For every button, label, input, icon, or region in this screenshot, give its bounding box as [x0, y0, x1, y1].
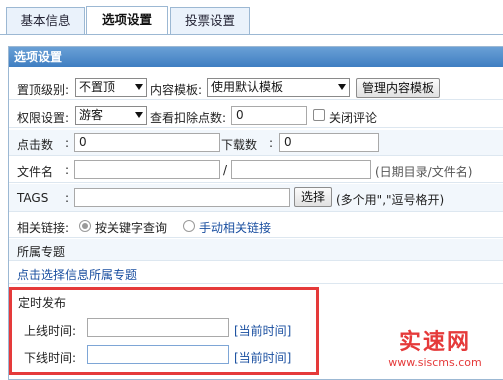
chevron-down-icon [135, 112, 143, 118]
colon-text: : [65, 191, 70, 205]
template-select[interactable]: 使用默认模板 [207, 78, 350, 97]
chevron-down-icon [338, 84, 346, 90]
row-special-link: 点击选择信息所属专题 [9, 262, 503, 284]
colon-text: : [65, 136, 70, 150]
keyword-radio[interactable] [79, 220, 91, 232]
row-permission: 权限设置: 游客 查看扣除点数: 0 关闭评论 [9, 104, 503, 128]
tab-options[interactable]: 选项设置 [86, 6, 168, 35]
manual-option-link[interactable]: 手动相关链接 [199, 219, 271, 236]
template-value: 使用默认模板 [211, 80, 284, 94]
manual-radio[interactable] [183, 220, 195, 232]
filename-label: 文件名 [17, 165, 54, 179]
downloads-value: 0 [284, 135, 292, 149]
tab-label: 基本信息 [20, 13, 71, 28]
filename-dir-input[interactable] [74, 160, 220, 179]
points-label: 查看扣除点数: [150, 111, 227, 125]
manage-template-button[interactable]: 管理内容模板 [356, 78, 440, 98]
tab-label: 选项设置 [101, 12, 152, 27]
top-level-value: 不置顶 [79, 80, 116, 94]
brand-name: 实速网 [398, 330, 471, 355]
brand-url: www.siscms.com [388, 356, 482, 369]
row-filename: 文件名 : / (日期目录/文件名) [9, 157, 503, 183]
filename-name-input[interactable] [231, 160, 371, 179]
special-title: 所属专题 [17, 245, 66, 259]
row-top-level: 置顶级别: 不置顶 内容模板: 使用默认模板 管理内容模板 [9, 76, 503, 100]
tags-hint: (多个用","逗号格开) [336, 193, 445, 207]
filename-hint: (日期目录/文件名) [375, 165, 473, 179]
tab-label: 投票设置 [184, 13, 235, 28]
top-level-select[interactable]: 不置顶 [75, 78, 147, 97]
chevron-down-icon [135, 84, 143, 90]
panel-title: 选项设置 [9, 47, 503, 67]
clicks-label: 点击数 [17, 138, 54, 152]
schedule-title: 定时发布 [18, 296, 67, 310]
top-level-label: 置顶级别: [17, 83, 70, 97]
row-related: 相关链接: 按关键字查询 手动相关链接 [9, 214, 503, 238]
special-select-link[interactable]: 点击选择信息所属专题 [17, 266, 137, 283]
close-comment-label: 关闭评论 [329, 111, 378, 125]
permission-value: 游客 [79, 108, 104, 122]
offline-time-label: 下线时间: [24, 351, 77, 365]
keyword-option-label: 按关键字查询 [95, 221, 168, 235]
row-special-title: 所属专题 [9, 239, 503, 261]
online-now-link[interactable]: [当前时间] [234, 322, 291, 339]
related-label: 相关链接: [17, 221, 70, 235]
permission-label: 权限设置: [17, 111, 70, 125]
tags-label: TAGS [17, 191, 49, 205]
tags-select-button[interactable]: 选择 [294, 187, 332, 207]
offline-time-input[interactable] [87, 345, 229, 364]
tab-basic-info[interactable]: 基本信息 [6, 7, 85, 34]
row-tags: TAGS : 选择 (多个用","逗号格开) [9, 184, 503, 212]
filename-separator: / [223, 163, 228, 177]
brand-watermark: 实速网 www.siscms.com [370, 330, 500, 380]
online-time-label: 上线时间: [24, 324, 77, 338]
points-value: 0 [236, 108, 244, 122]
template-label: 内容模板: [150, 83, 203, 97]
colon-text: : [269, 136, 274, 150]
colon-text: : [65, 163, 70, 177]
tab-vote[interactable]: 投票设置 [170, 7, 250, 34]
close-comment-checkbox[interactable] [313, 109, 325, 121]
tags-input[interactable] [74, 188, 290, 207]
row-counts: 点击数 : 0 下载数 : 0 [9, 130, 503, 156]
permission-select[interactable]: 游客 [75, 106, 147, 125]
tab-divider [0, 34, 503, 35]
schedule-highlight-box: 定时发布 上线时间: [当前时间] 下线时间: [当前时间] [9, 287, 319, 375]
tab-bar: 基本信息 选项设置 投票设置 [0, 0, 503, 35]
downloads-label: 下载数 [221, 138, 258, 152]
clicks-input[interactable]: 0 [74, 133, 220, 152]
online-time-input[interactable] [87, 318, 229, 337]
offline-now-link[interactable]: [当前时间] [234, 349, 291, 366]
clicks-value: 0 [79, 135, 87, 149]
downloads-input[interactable]: 0 [279, 133, 379, 152]
points-input[interactable]: 0 [231, 106, 307, 125]
